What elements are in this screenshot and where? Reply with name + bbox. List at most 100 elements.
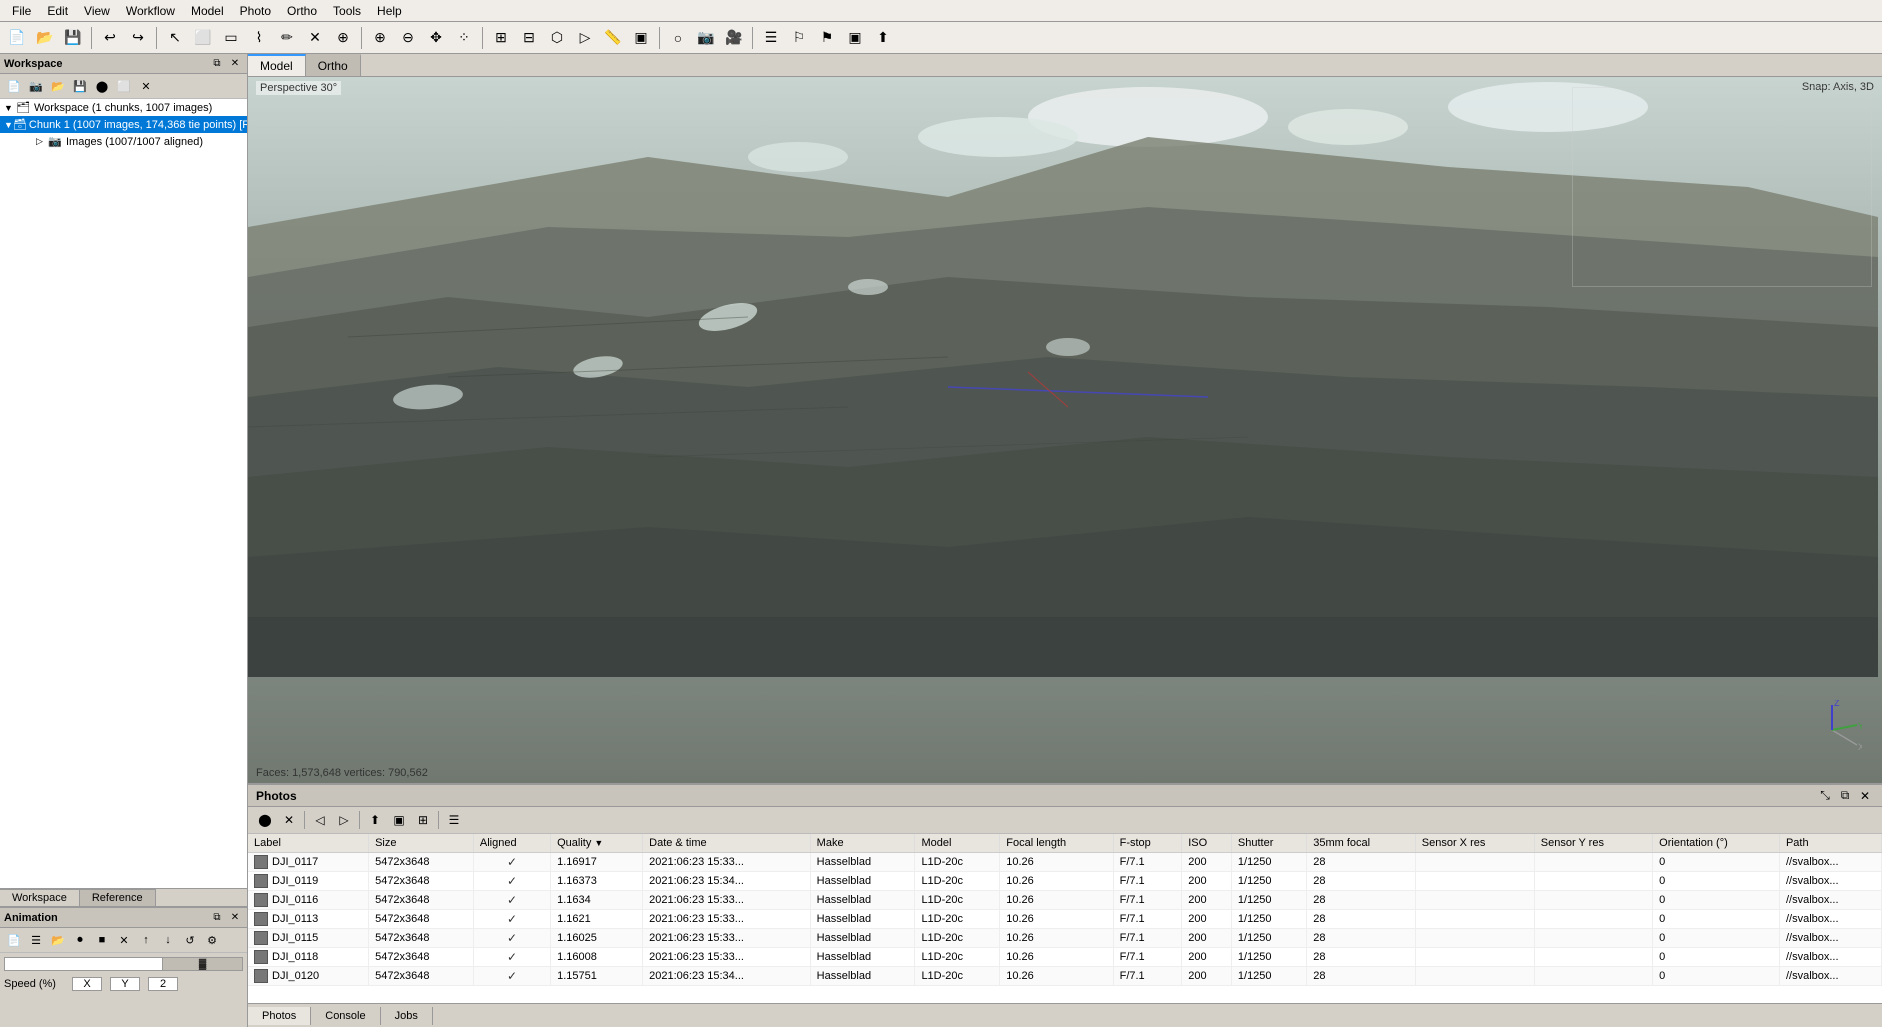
pt-prev-button[interactable]: ◁ bbox=[309, 809, 331, 831]
table-row[interactable]: DJI_0115 5472x3648 ✓ 1.16025 2021:06:23 … bbox=[248, 929, 1882, 948]
col-shutter[interactable]: Shutter bbox=[1231, 834, 1306, 853]
open-button[interactable]: 📂 bbox=[32, 25, 58, 51]
grid-button[interactable]: ⊞ bbox=[488, 25, 514, 51]
animation-slider[interactable]: ▓ bbox=[4, 957, 243, 971]
anim-clear-button[interactable]: ✕ bbox=[114, 930, 134, 950]
table-row[interactable]: DJI_0116 5472x3648 ✓ 1.1634 2021:06:23 1… bbox=[248, 891, 1882, 910]
color-button[interactable]: ▣ bbox=[842, 25, 868, 51]
export-button[interactable]: ⬆ bbox=[870, 25, 896, 51]
tree-images[interactable]: ▷ 📷 Images (1007/1007 aligned) bbox=[0, 133, 247, 150]
menu-ortho[interactable]: Ortho bbox=[279, 2, 325, 20]
new-button[interactable]: 📄 bbox=[4, 25, 30, 51]
photos-table-wrap[interactable]: Label Size Aligned Quality ▼ Date & time… bbox=[248, 834, 1882, 1003]
ws-add-photos-button[interactable]: 📷 bbox=[26, 76, 46, 96]
points-button[interactable]: ⁘ bbox=[451, 25, 477, 51]
pt-close-button[interactable]: ✕ bbox=[278, 809, 300, 831]
menu-tools[interactable]: Tools bbox=[325, 2, 369, 20]
pt-list-button[interactable]: ☰ bbox=[443, 809, 465, 831]
col-size[interactable]: Size bbox=[369, 834, 474, 853]
ws-add-chunk-button[interactable]: 📄 bbox=[4, 76, 24, 96]
col-aligned[interactable]: Aligned bbox=[473, 834, 550, 853]
camera2-button[interactable]: 🎥 bbox=[721, 25, 747, 51]
rect-select-button[interactable]: ⬜ bbox=[190, 25, 216, 51]
panel-close-button[interactable]: ✕ bbox=[227, 56, 243, 72]
anim-settings-button[interactable]: ⚙ bbox=[202, 930, 222, 950]
pt-box-button[interactable]: ▣ bbox=[388, 809, 410, 831]
menu-file[interactable]: File bbox=[4, 2, 39, 20]
ws-save-button[interactable]: 💾 bbox=[70, 76, 90, 96]
table-row[interactable]: DJI_0119 5472x3648 ✓ 1.16373 2021:06:23 … bbox=[248, 872, 1882, 891]
box-button[interactable]: ▣ bbox=[628, 25, 654, 51]
ws-add-folder-button[interactable]: 📂 bbox=[48, 76, 68, 96]
redo-button[interactable]: ↪ bbox=[125, 25, 151, 51]
anim-folder-button[interactable]: 📂 bbox=[48, 930, 68, 950]
pt-next-button[interactable]: ▷ bbox=[333, 809, 355, 831]
anim-slider-handle[interactable]: ▓ bbox=[162, 958, 242, 970]
tab-reference[interactable]: Reference bbox=[80, 889, 156, 906]
menu-view[interactable]: View bbox=[76, 2, 118, 20]
col-quality[interactable]: Quality ▼ bbox=[551, 834, 643, 853]
col-fstop[interactable]: F-stop bbox=[1113, 834, 1182, 853]
ruler-button[interactable]: 📏 bbox=[600, 25, 626, 51]
table-row[interactable]: DJI_0118 5472x3648 ✓ 1.16008 2021:06:23 … bbox=[248, 948, 1882, 967]
save-button[interactable]: 💾 bbox=[60, 25, 86, 51]
pt-export-button[interactable]: ⬆ bbox=[364, 809, 386, 831]
move-button[interactable]: ⊕ bbox=[330, 25, 356, 51]
table-row[interactable]: DJI_0120 5472x3648 ✓ 1.15751 2021:06:23 … bbox=[248, 967, 1882, 986]
col-sensorx[interactable]: Sensor X res bbox=[1415, 834, 1534, 853]
shape-button[interactable]: ▷ bbox=[572, 25, 598, 51]
col-sensory[interactable]: Sensor Y res bbox=[1534, 834, 1652, 853]
undo-button[interactable]: ↩ bbox=[97, 25, 123, 51]
menu-photo[interactable]: Photo bbox=[232, 2, 279, 20]
col-label[interactable]: Label bbox=[248, 834, 369, 853]
tree-chunk1[interactable]: ▼ 🗃 Chunk 1 (1007 images, 174,368 tie po… bbox=[0, 116, 247, 133]
table-row[interactable]: DJI_0117 5472x3648 ✓ 1.16917 2021:06:23 … bbox=[248, 853, 1882, 872]
anim-up-button[interactable]: ↑ bbox=[136, 930, 156, 950]
zoom-out-button[interactable]: ⊖ bbox=[395, 25, 421, 51]
pt-circle-button[interactable]: ⬤ bbox=[254, 809, 276, 831]
tab-model[interactable]: Model bbox=[248, 54, 306, 76]
panel-float-button[interactable]: ⧉ bbox=[209, 56, 225, 72]
zoom-in-button[interactable]: ⊕ bbox=[367, 25, 393, 51]
select-button[interactable]: ↖ bbox=[162, 25, 188, 51]
anim-refresh-button[interactable]: ↺ bbox=[180, 930, 200, 950]
anim-record-button[interactable]: ⏺ bbox=[70, 930, 90, 950]
anim-stop-button[interactable]: ■ bbox=[92, 930, 112, 950]
col-focal35[interactable]: 35mm focal bbox=[1307, 834, 1416, 853]
photos-close-button[interactable]: ✕ bbox=[1856, 787, 1874, 805]
col-make[interactable]: Make bbox=[810, 834, 915, 853]
col-path[interactable]: Path bbox=[1779, 834, 1881, 853]
ws-clear-button[interactable]: ⬜ bbox=[114, 76, 134, 96]
col-iso[interactable]: ISO bbox=[1182, 834, 1232, 853]
polygon-button[interactable]: ⬡ bbox=[544, 25, 570, 51]
lasso-button[interactable]: ⌇ bbox=[246, 25, 272, 51]
grid2-button[interactable]: ⊟ bbox=[516, 25, 542, 51]
animation-float-button[interactable]: ⧉ bbox=[209, 910, 225, 926]
tree-root[interactable]: ▼ 🗂 Workspace (1 chunks, 1007 images) bbox=[0, 99, 247, 116]
zoom-fit-button[interactable]: ✥ bbox=[423, 25, 449, 51]
bottom-tab-photos[interactable]: Photos bbox=[248, 1007, 311, 1025]
bottom-tab-jobs[interactable]: Jobs bbox=[381, 1007, 433, 1025]
menu-help[interactable]: Help bbox=[369, 2, 410, 20]
col-orientation[interactable]: Orientation (°) bbox=[1653, 834, 1780, 853]
viewport-3d[interactable]: Perspective 30° Snap: Axis, 3D Faces: 1,… bbox=[248, 77, 1882, 783]
list-button[interactable]: ☰ bbox=[758, 25, 784, 51]
col-focal[interactable]: Focal length bbox=[1000, 834, 1113, 853]
col-datetime[interactable]: Date & time bbox=[643, 834, 811, 853]
pt-grid-button[interactable]: ⊞ bbox=[412, 809, 434, 831]
sphere-button[interactable]: ○ bbox=[665, 25, 691, 51]
erase-button[interactable]: ✕ bbox=[302, 25, 328, 51]
ws-circle-button[interactable]: ⬤ bbox=[92, 76, 112, 96]
camera-button[interactable]: 📷 bbox=[693, 25, 719, 51]
flag-button[interactable]: ⚑ bbox=[814, 25, 840, 51]
pencil-button[interactable]: ✏ bbox=[274, 25, 300, 51]
anim-add-button[interactable]: 📄 bbox=[4, 930, 24, 950]
menu-edit[interactable]: Edit bbox=[39, 2, 76, 20]
shape-select-button[interactable]: ▭ bbox=[218, 25, 244, 51]
animation-close-button[interactable]: ✕ bbox=[227, 910, 243, 926]
marker-button[interactable]: ⚐ bbox=[786, 25, 812, 51]
menu-model[interactable]: Model bbox=[183, 2, 232, 20]
menu-workflow[interactable]: Workflow bbox=[118, 2, 183, 20]
table-row[interactable]: DJI_0113 5472x3648 ✓ 1.1621 2021:06:23 1… bbox=[248, 910, 1882, 929]
anim-list-button[interactable]: ☰ bbox=[26, 930, 46, 950]
